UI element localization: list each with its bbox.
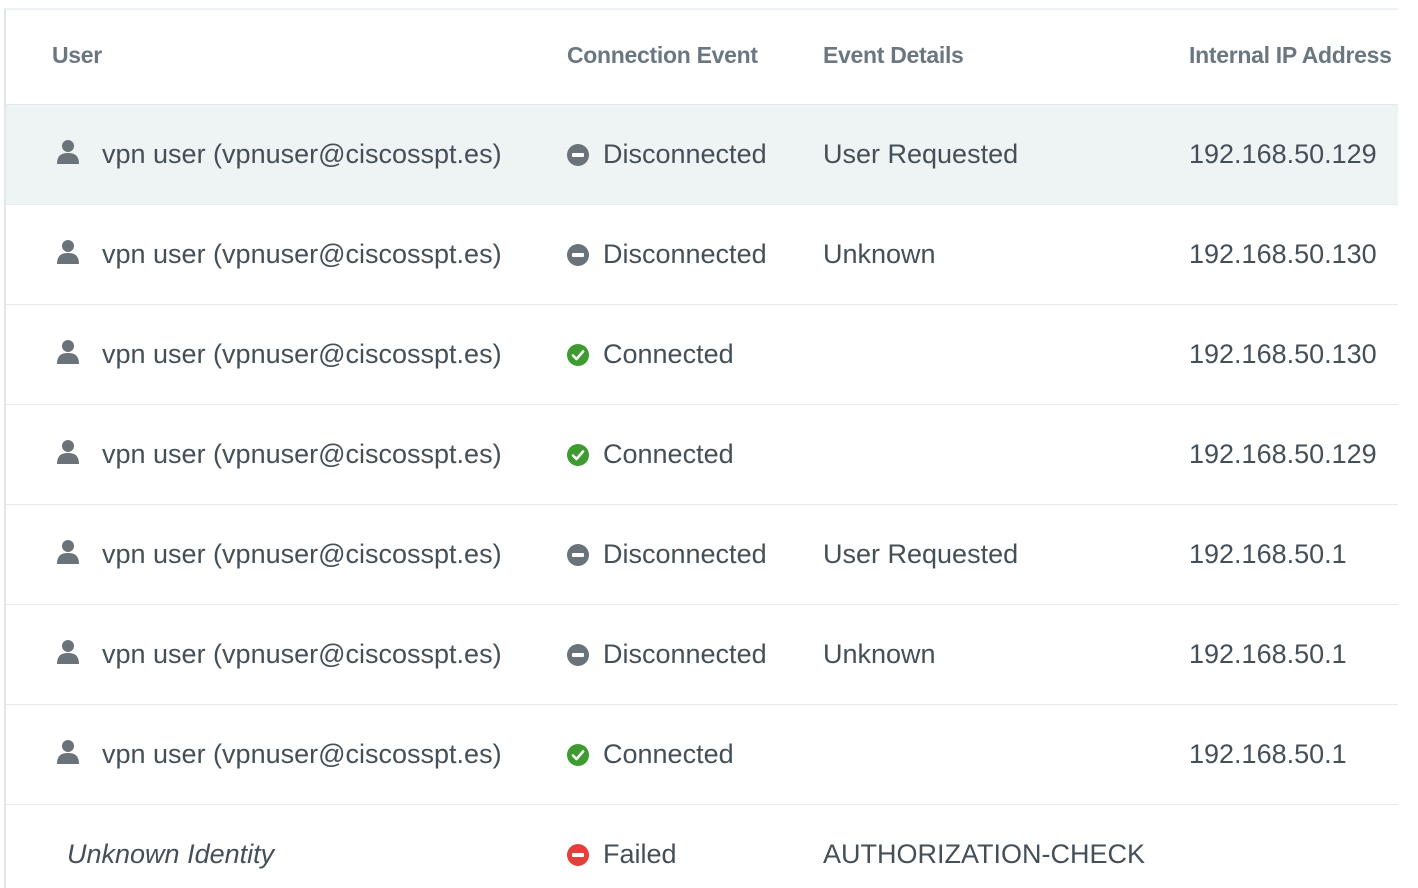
column-header-internal-ip[interactable]: Internal IP Address — [1189, 42, 1392, 69]
connection-event-cell: Connected — [567, 705, 734, 804]
minus-circle-icon — [567, 643, 589, 666]
minus-circle-icon — [567, 143, 589, 166]
internal-ip-cell: 192.168.50.130 — [1189, 239, 1377, 269]
user-icon — [54, 138, 82, 166]
user-name[interactable]: vpn user (vpnuser@ciscosspt.es) — [102, 339, 502, 370]
table-row[interactable]: Unknown Identity Failed AUTHORIZATION-CHEC… — [6, 805, 1398, 888]
table-row[interactable]: vpn user (vpnuser@ciscosspt.es) Connected… — [6, 305, 1398, 405]
table-row[interactable]: vpn user (vpnuser@ciscosspt.es) Disconnec… — [6, 505, 1398, 605]
connection-event-cell: Failed — [567, 805, 677, 888]
check-circle-icon — [567, 343, 589, 366]
user-cell: vpn user (vpnuser@ciscosspt.es) — [54, 605, 502, 704]
table-row[interactable]: vpn user (vpnuser@ciscosspt.es) Connected… — [6, 705, 1398, 805]
event-details-cell: AUTHORIZATION-CHECK — [823, 839, 1145, 869]
user-icon — [54, 338, 82, 366]
user-icon — [54, 638, 82, 666]
user-icon — [54, 238, 82, 266]
internal-ip-cell: 192.168.50.1 — [1189, 539, 1347, 569]
column-header-event-details[interactable]: Event Details — [823, 42, 964, 69]
user-icon — [54, 538, 82, 566]
connection-event-label: Disconnected — [603, 139, 767, 169]
check-circle-icon — [567, 743, 589, 766]
connection-event-label: Disconnected — [603, 639, 767, 669]
connection-event-cell: Disconnected — [567, 105, 767, 204]
connection-event-label: Disconnected — [603, 239, 767, 269]
user-cell: vpn user (vpnuser@ciscosspt.es) — [54, 705, 502, 804]
user-name[interactable]: vpn user (vpnuser@ciscosspt.es) — [102, 439, 502, 470]
connection-event-cell: Disconnected — [567, 505, 767, 604]
user-name[interactable]: vpn user (vpnuser@ciscosspt.es) — [102, 639, 502, 670]
connection-event-cell: Disconnected — [567, 205, 767, 304]
user-name[interactable]: vpn user (vpnuser@ciscosspt.es) — [102, 739, 502, 770]
connection-event-label: Connected — [603, 339, 734, 369]
user-name[interactable]: vpn user (vpnuser@ciscosspt.es) — [102, 139, 502, 170]
connection-event-cell: Connected — [567, 405, 734, 504]
user-name[interactable]: vpn user (vpnuser@ciscosspt.es) — [102, 539, 502, 570]
table-row[interactable]: vpn user (vpnuser@ciscosspt.es) Disconnec… — [6, 105, 1398, 205]
user-icon — [54, 438, 82, 466]
internal-ip-cell: 192.168.50.1 — [1189, 639, 1347, 669]
internal-ip-cell: 192.168.50.129 — [1189, 439, 1377, 469]
connection-event-label: Connected — [603, 439, 734, 469]
check-circle-icon — [567, 443, 589, 466]
table-row[interactable]: vpn user (vpnuser@ciscosspt.es) Disconnec… — [6, 205, 1398, 305]
user-cell: vpn user (vpnuser@ciscosspt.es) — [54, 505, 502, 604]
user-cell: vpn user (vpnuser@ciscosspt.es) — [54, 205, 502, 304]
internal-ip-cell: 192.168.50.1 — [1189, 739, 1347, 769]
event-details-cell: User Requested — [823, 139, 1019, 169]
table-header: User Connection Event Event Details Inte… — [6, 10, 1398, 105]
internal-ip-cell: 192.168.50.130 — [1189, 339, 1377, 369]
user-cell: vpn user (vpnuser@ciscosspt.es) — [54, 405, 502, 504]
event-details-cell: Unknown — [823, 239, 936, 269]
event-details-cell: User Requested — [823, 539, 1019, 569]
connection-event-cell: Disconnected — [567, 605, 767, 704]
connection-event-label: Connected — [603, 739, 734, 769]
user-icon — [54, 738, 82, 766]
user-cell: vpn user (vpnuser@ciscosspt.es) — [54, 305, 502, 404]
connection-event-cell: Connected — [567, 305, 734, 404]
internal-ip-cell: 192.168.50.129 — [1189, 139, 1377, 169]
user-name[interactable]: vpn user (vpnuser@ciscosspt.es) — [102, 239, 502, 270]
column-header-connection-event[interactable]: Connection Event — [567, 42, 758, 69]
connection-event-label: Failed — [603, 839, 677, 869]
event-details-cell: Unknown — [823, 639, 936, 669]
column-header-user[interactable]: User — [52, 42, 102, 69]
table-row[interactable]: vpn user (vpnuser@ciscosspt.es) Connected… — [6, 405, 1398, 505]
connection-events-table: User Connection Event Event Details Inte… — [4, 8, 1398, 888]
user-cell: Unknown Identity — [67, 805, 274, 888]
minus-circle-icon — [567, 543, 589, 566]
user-name: Unknown Identity — [67, 839, 275, 869]
minus-circle-icon — [567, 243, 589, 266]
user-cell: vpn user (vpnuser@ciscosspt.es) — [54, 105, 502, 204]
connection-event-label: Disconnected — [603, 539, 767, 569]
table-row[interactable]: vpn user (vpnuser@ciscosspt.es) Disconnec… — [6, 605, 1398, 705]
minus-circle-icon — [567, 843, 589, 866]
